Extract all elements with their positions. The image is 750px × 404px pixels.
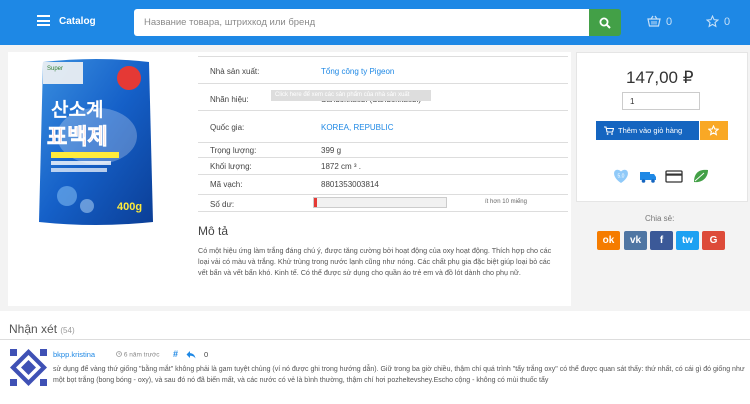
add-to-cart-label: Thêm vào giỏ hàng (618, 126, 683, 135)
basket-button[interactable]: 0 (647, 14, 692, 32)
catalog-link[interactable]: Catalog (59, 16, 96, 27)
brand-logo-text: Super (47, 66, 63, 72)
share-twitter-label: tw (681, 235, 694, 246)
leaf-icon[interactable] (692, 168, 710, 184)
description-text: Có một hiệu ứng làm trắng đáng chú ý, đư… (198, 246, 552, 277)
attr-key: Nhà sản xuất: (210, 67, 260, 76)
review-permalink[interactable]: # (173, 349, 178, 359)
image-weight-text: 400g (117, 201, 142, 213)
favorites-count: 0 (724, 16, 731, 28)
attr-key: Khối lượng: (210, 162, 252, 171)
attr-key: Mã vạch: (210, 180, 243, 189)
attr-key: Nhãn hiệu: (210, 95, 249, 104)
manufacturer-link[interactable]: Tổng công ty Pigeon (321, 67, 394, 76)
attr-row-volume: Khối lượng: 1872 cm ³ . (198, 157, 568, 174)
product-image: Super 산소계 표백제 400g (39, 59, 153, 225)
divider (0, 339, 750, 340)
stock-note: ít hơn 10 miếng (485, 199, 527, 205)
attr-row-weight: Trọng lượng: 399 g (198, 142, 568, 157)
review-time-text: 6 năm trước (123, 351, 160, 359)
stock-level-bar (313, 197, 447, 208)
star-icon (708, 125, 719, 136)
menu-icon[interactable] (37, 15, 50, 26)
attr-key: Quốc gia: (210, 123, 245, 132)
share-facebook-button[interactable]: f (650, 231, 673, 250)
delivery-truck-icon[interactable] (639, 168, 657, 184)
attr-row-country: Quốc gia: KOREA, REPUBLIC (198, 110, 568, 142)
add-favorite-button[interactable] (700, 121, 728, 140)
quantity-input[interactable] (622, 92, 700, 110)
description-title: Mô tả (198, 224, 229, 238)
price: 147,00 ₽ (626, 68, 694, 87)
image-korean-line1: 산소계 (51, 99, 103, 121)
review-text: sử dụng để vàng thứ giống "bằng mắt" khô… (53, 366, 745, 384)
favorites-button[interactable]: 0 (706, 14, 746, 32)
volume-value: 1872 cm ³ . (321, 162, 362, 171)
share-ok-button[interactable]: ok (597, 231, 620, 250)
search-button[interactable] (589, 9, 621, 36)
top-header: Catalog 0 0 (0, 0, 750, 45)
attr-row-manufacturer: Nhà sản xuất: Tổng công ty Pigeon (198, 56, 568, 83)
weight-value: 399 g (321, 146, 342, 155)
attr-key: Số dư: (210, 200, 235, 209)
share-vk-label: vk (629, 235, 642, 246)
search-input[interactable] (134, 9, 589, 36)
share-ok-label: ok (602, 235, 615, 246)
country-link[interactable]: KOREA, REPUBLIC (321, 123, 393, 132)
stock-level-fill (314, 198, 317, 207)
attr-row-barcode: Mã vạch: 8801353003814 (198, 174, 568, 194)
heart-badge-icon[interactable]: 5.0 (612, 168, 630, 184)
share-facebook-label: f (659, 235, 664, 246)
cart-icon (604, 126, 614, 135)
review-user-link[interactable]: bkpp.kristina (53, 350, 95, 359)
basket-icon (647, 15, 661, 27)
heart-badge-text: 5.0 (618, 174, 625, 180)
credit-card-icon[interactable] (665, 168, 683, 184)
share-google-button[interactable]: G (702, 231, 725, 250)
reviews-title-text: Nhận xét (9, 322, 58, 336)
star-outline-icon (706, 15, 719, 28)
attr-key: Trọng lượng: (210, 146, 257, 155)
add-to-cart-button[interactable]: Thêm vào giỏ hàng (596, 121, 699, 140)
clock-icon (116, 351, 122, 357)
review-time: 6 năm trước (116, 351, 160, 359)
reviews-count: (54) (60, 326, 75, 335)
barcode-value: 8801353003814 (321, 180, 379, 189)
avatar (10, 349, 47, 386)
share-google-label: G (709, 235, 718, 246)
share-twitter-button[interactable]: tw (676, 231, 699, 250)
manufacturer-tooltip: Click here để xem các sản phẩm của nhà s… (271, 90, 431, 101)
share-vk-button[interactable]: vk (624, 231, 647, 250)
reply-icon[interactable] (186, 350, 196, 359)
reviews-panel (0, 311, 750, 404)
search-icon (599, 17, 611, 29)
basket-count: 0 (666, 16, 673, 28)
reviews-title: Nhận xét (54) (9, 322, 75, 336)
review-likes: 0 (204, 350, 209, 359)
image-korean-line2: 표백제 (47, 125, 108, 150)
share-label: Chia sẻ: (645, 214, 675, 223)
